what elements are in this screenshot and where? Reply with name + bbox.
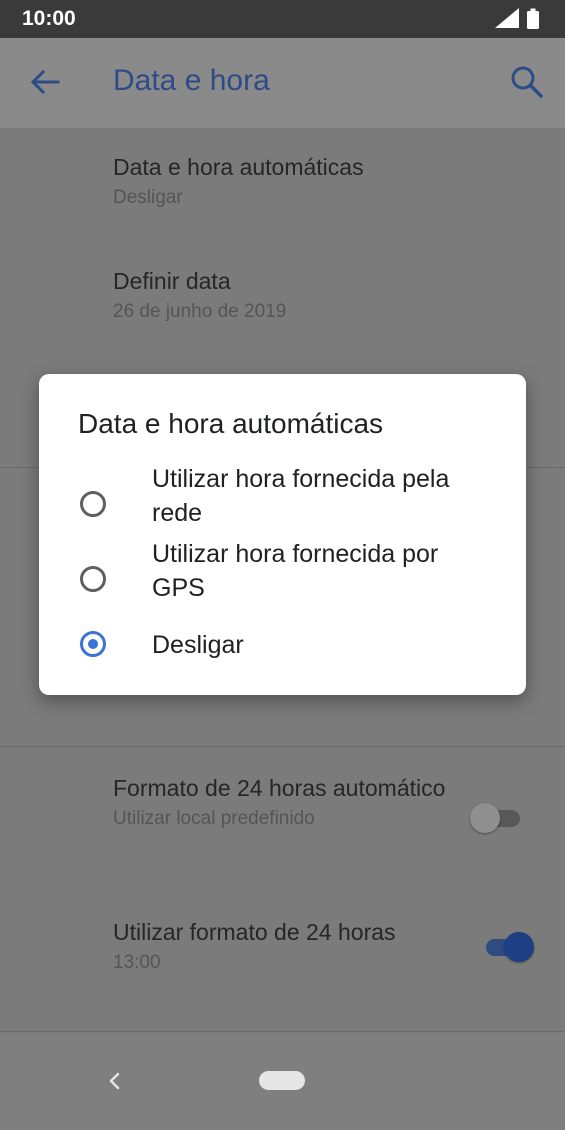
back-arrow-icon[interactable]: [26, 64, 62, 100]
setting-title: Formato de 24 horas automático: [113, 775, 446, 801]
auto-24h-toggle[interactable]: [470, 798, 528, 838]
toggle-thumb: [504, 932, 534, 962]
setting-set-date[interactable]: Definir data 26 de junho de 2019: [113, 266, 286, 326]
divider: [0, 746, 565, 747]
setting-auto-24h-format[interactable]: Formato de 24 horas automático Utilizar …: [113, 773, 453, 833]
dialog-title: Data e hora automáticas: [78, 408, 384, 439]
radio-label: Desligar: [152, 631, 244, 659]
setting-auto-date-time[interactable]: Data e hora automáticas Desligar: [113, 152, 364, 212]
radio-option-gps-time[interactable]: Utilizar hora fornecida por GPS: [39, 537, 526, 617]
setting-use-24h-format[interactable]: Utilizar formato de 24 horas 13:00: [113, 917, 396, 977]
nav-home-button[interactable]: [259, 1071, 305, 1090]
setting-summary: 13:00: [113, 952, 161, 973]
status-time: 10:00: [22, 7, 76, 30]
toggle-thumb: [470, 803, 500, 833]
nav-back-icon[interactable]: [104, 1070, 126, 1092]
radio-option-network-time[interactable]: Utilizar hora fornecida pela rede: [39, 462, 526, 542]
setting-title: Definir data: [113, 268, 231, 294]
signal-battery-icons: [495, 8, 539, 29]
page-title: Data e hora: [113, 64, 270, 97]
status-bar: 10:00: [0, 0, 565, 38]
radio-unchecked-icon[interactable]: [80, 566, 106, 592]
setting-title: Data e hora automáticas: [113, 154, 364, 180]
battery-icon: [527, 8, 539, 29]
radio-option-off[interactable]: Desligar: [39, 626, 526, 670]
setting-summary: Desligar: [113, 187, 183, 208]
radio-checked-icon[interactable]: [80, 631, 106, 657]
use-24h-toggle[interactable]: [480, 927, 538, 967]
setting-summary: Utilizar local predefinido: [113, 808, 315, 829]
auto-date-time-dialog: Data e hora automáticas Utilizar hora fo…: [39, 374, 526, 695]
setting-summary: 26 de junho de 2019: [113, 301, 287, 322]
setting-title: Utilizar formato de 24 horas: [113, 919, 396, 945]
radio-unchecked-icon[interactable]: [80, 491, 106, 517]
divider: [0, 1031, 565, 1032]
radio-label: Utilizar hora fornecida pela rede: [152, 465, 450, 527]
app-bar: Data e hora: [0, 38, 565, 128]
search-icon[interactable]: [507, 62, 547, 102]
signal-icon: [495, 8, 519, 28]
radio-label: Utilizar hora fornecida por GPS: [152, 540, 439, 602]
